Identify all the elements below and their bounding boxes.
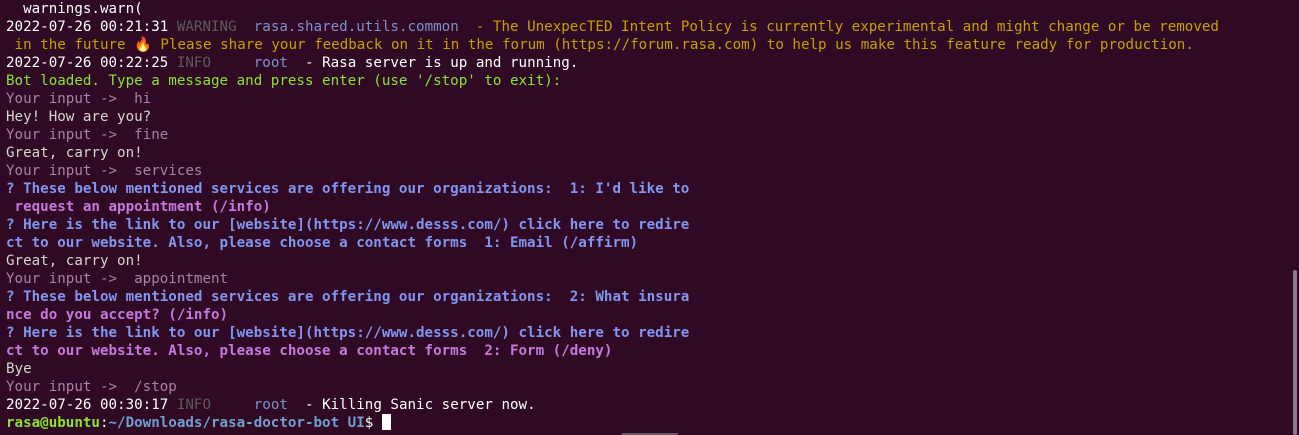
- bot-response: Bye: [6, 361, 32, 377]
- user-input-prompt: Your input -> fine: [6, 127, 169, 143]
- user-input-line: Your input -> services: [6, 162, 1299, 180]
- bot-question-cont: ct to our website. Also, please choose a…: [6, 235, 639, 251]
- bot-question-line: request an appointment (/info): [6, 198, 1299, 216]
- bot-question: ? Here is the link to our [website](http…: [6, 217, 690, 233]
- bot-question-line: ct to our website. Also, please choose a…: [6, 342, 1299, 360]
- log-line-info: 2022-07-26 00:30:17 INFO root - Killing …: [6, 396, 1299, 414]
- user-input-prompt: Your input -> appointment: [6, 271, 229, 287]
- log-line-warning: 2022-07-26 00:21:31 WARNING rasa.shared.…: [6, 18, 1299, 36]
- terminal-window[interactable]: warnings.warn( 2022-07-26 00:21:31 WARNI…: [0, 0, 1299, 435]
- bot-loaded-text: Bot loaded. Type a message and press ent…: [6, 73, 562, 89]
- logger-name: rasa.shared.utils.common: [253, 19, 459, 35]
- logger-name: root: [253, 397, 288, 413]
- warning-message: - The UnexpecTED Intent Policy is curren…: [475, 19, 1219, 35]
- shell-prompt-line[interactable]: rasa@ubuntu:~/Downloads/rasa-doctor-bot …: [6, 414, 1299, 432]
- log-level: INFO: [176, 397, 212, 413]
- scrollbar-thumb[interactable]: [1293, 270, 1297, 435]
- log-level: INFO: [176, 55, 212, 71]
- user-input-line: Your input -> hi: [6, 90, 1299, 108]
- bot-response-line: Great, carry on!: [6, 252, 1299, 270]
- bot-question-cont: ct to our website. Also, please choose a…: [6, 343, 613, 359]
- timestamp: 2022-07-26 00:22:25: [6, 55, 169, 71]
- user-input-line: Your input -> appointment: [6, 270, 1299, 288]
- user-input-line: Your input -> /stop: [6, 378, 1299, 396]
- user-input-prompt: Your input -> hi: [6, 91, 152, 107]
- warning-message-cont: in the future: [6, 37, 135, 53]
- bot-question-line: ? These below mentioned services are off…: [6, 288, 1299, 306]
- logger-name: root: [253, 55, 288, 71]
- user-input-line: Your input -> fine: [6, 126, 1299, 144]
- fire-icon: 🔥: [134, 37, 152, 53]
- log-level: WARNING: [176, 19, 237, 35]
- bot-response: Great, carry on!: [6, 253, 143, 269]
- bot-response-line: Bye: [6, 360, 1299, 378]
- text-cursor[interactable]: [381, 414, 391, 430]
- bot-question-line: ? Here is the link to our [website](http…: [6, 324, 1299, 342]
- shell-separator: :: [99, 415, 109, 431]
- timestamp: 2022-07-26 00:21:31: [6, 19, 169, 35]
- shell-user-host: rasa@ubuntu: [6, 415, 100, 431]
- log-line-warning-cont: in the future 🔥 Please share your feedba…: [6, 36, 1299, 54]
- bot-question: ? These below mentioned services are off…: [6, 181, 690, 197]
- bot-response-line: Great, carry on!: [6, 144, 1299, 162]
- info-message: - Killing Sanic server now.: [305, 397, 536, 413]
- timestamp: 2022-07-26 00:30:17: [6, 397, 169, 413]
- bot-question-line: ct to our website. Also, please choose a…: [6, 234, 1299, 252]
- bot-question: ? Here is the link to our [website](http…: [6, 325, 690, 341]
- shell-dollar: $: [364, 415, 382, 431]
- bot-question-line: nce do you accept? (/info): [6, 306, 1299, 324]
- log-line: warnings.warn(: [6, 0, 1299, 18]
- bot-response: Great, carry on!: [6, 145, 143, 161]
- bot-question-cont: request an appointment (/info): [6, 199, 271, 215]
- info-message: - Rasa server is up and running.: [305, 55, 579, 71]
- user-input-prompt: Your input -> services: [6, 163, 203, 179]
- bot-response-line: Hey! How are you?: [6, 108, 1299, 126]
- bot-question: ? These below mentioned services are off…: [6, 289, 690, 305]
- bot-question-line: ? Here is the link to our [website](http…: [6, 216, 1299, 234]
- warning-message-cont2: Please share your feedback on it in the …: [151, 37, 1194, 53]
- shell-cwd: ~/Downloads/rasa-doctor-bot UI: [108, 415, 365, 431]
- bot-response: Hey! How are you?: [6, 109, 152, 125]
- user-input-prompt: Your input -> /stop: [6, 379, 177, 395]
- bot-loaded-line: Bot loaded. Type a message and press ent…: [6, 72, 1299, 90]
- bot-question-line: ? These below mentioned services are off…: [6, 180, 1299, 198]
- log-line-info: 2022-07-26 00:22:25 INFO root - Rasa ser…: [6, 54, 1299, 72]
- warnings-warn-text: warnings.warn(: [6, 1, 143, 17]
- bot-question-cont: nce do you accept? (/info): [6, 307, 229, 323]
